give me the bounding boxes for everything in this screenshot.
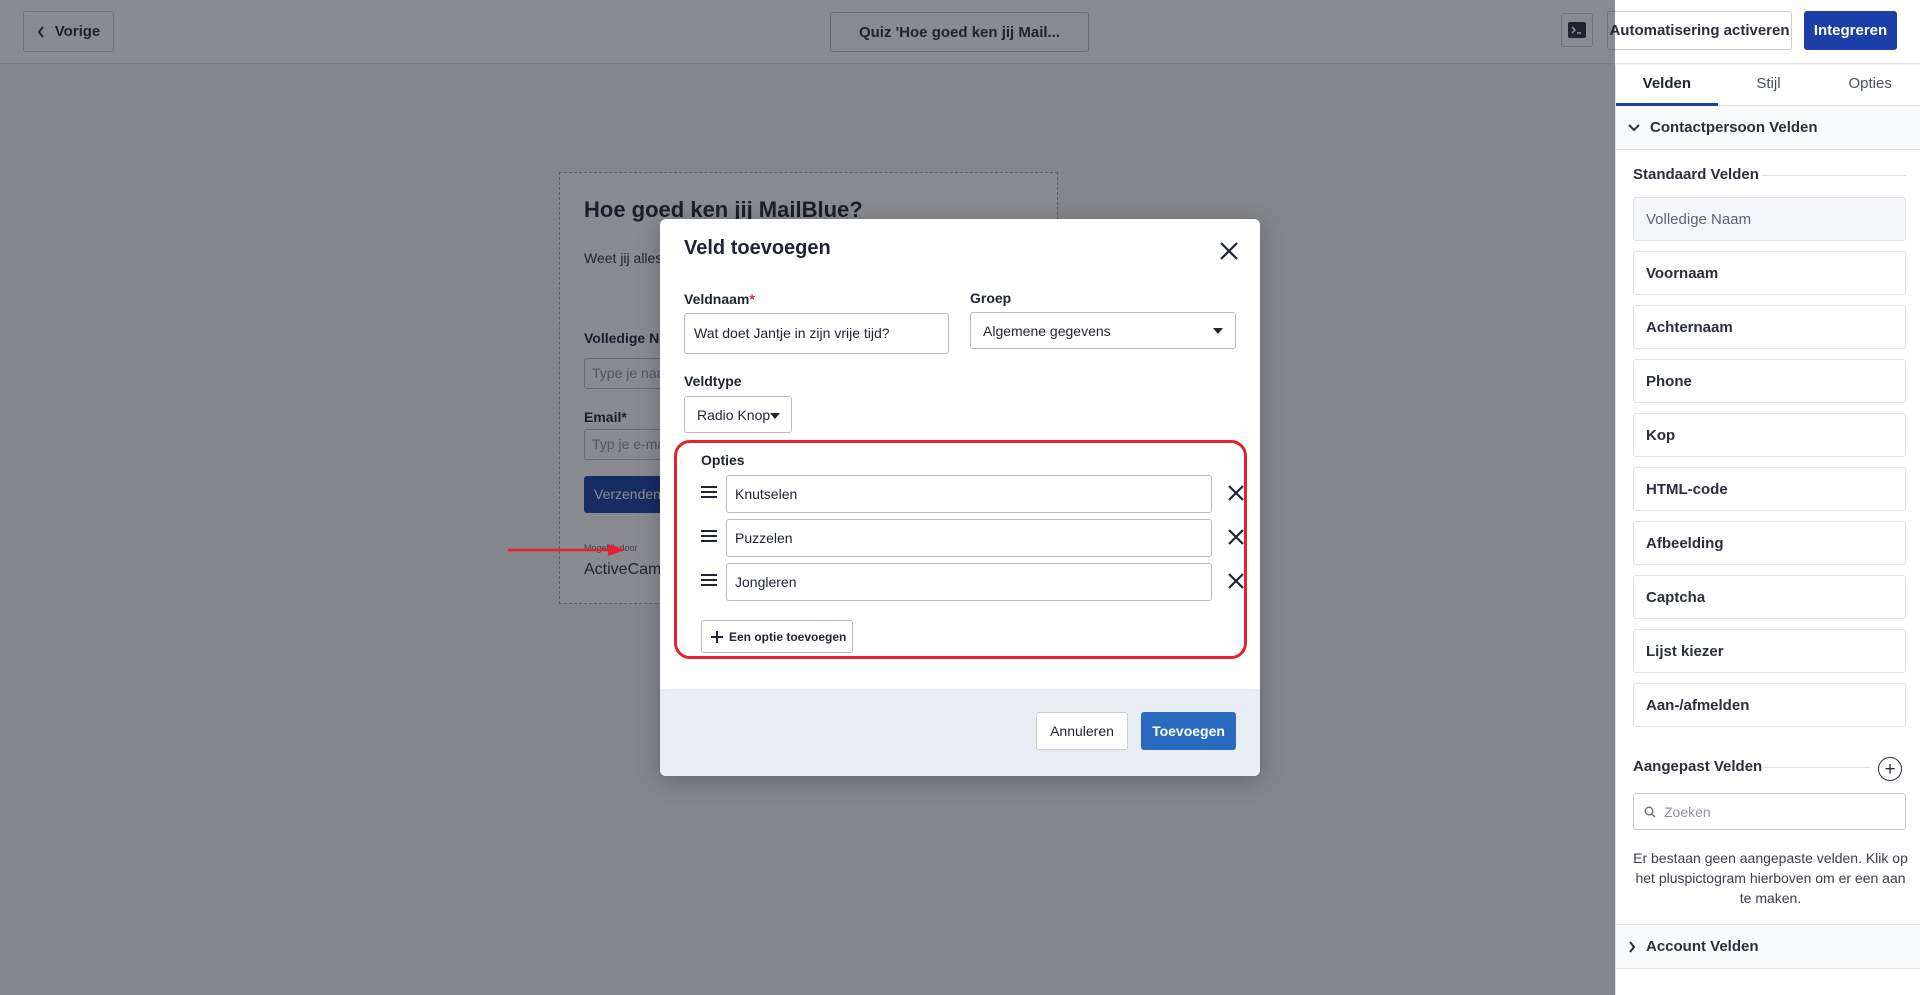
drag-handle-icon[interactable]	[701, 486, 717, 498]
fields-panel: Velden Stijl Opties Contactpersoon Velde…	[1615, 65, 1920, 995]
group-select[interactable]: Algemene gegevens	[970, 312, 1236, 349]
field-tile-phone[interactable]: Phone	[1633, 359, 1906, 403]
cancel-button[interactable]: Annuleren	[1036, 712, 1128, 750]
add-custom-field-icon[interactable]: +	[1878, 757, 1902, 781]
integrate-button[interactable]: Integreren	[1804, 11, 1897, 50]
custom-fields-search[interactable]: Zoeken	[1633, 793, 1906, 830]
remove-option-icon[interactable]	[1226, 527, 1246, 547]
field-tile-header[interactable]: Kop	[1633, 413, 1906, 457]
plus-icon	[711, 630, 723, 643]
group-select-value: Algemene gegevens	[983, 323, 1111, 339]
drag-handle-icon[interactable]	[701, 530, 717, 542]
drag-handle-icon[interactable]	[701, 574, 717, 586]
standard-fields-heading: Standaard Velden	[1633, 166, 1759, 183]
contact-fields-section-label: Contactpersoon Velden	[1650, 119, 1818, 136]
dropdown-caret-icon	[770, 413, 780, 419]
field-tile-full-name[interactable]: Volledige Naam	[1633, 197, 1906, 241]
account-fields-section-toggle[interactable]: Account Velden	[1616, 924, 1920, 969]
add-option-label: Een optie toevoegen	[729, 629, 847, 644]
panel-tabs: Velden Stijl Opties	[1616, 65, 1920, 106]
option-row: Jongleren	[677, 563, 1247, 601]
add-option-button[interactable]: Een optie toevoegen	[701, 620, 853, 653]
activate-automation-button[interactable]: Automatisering activeren	[1607, 11, 1792, 50]
search-placeholder: Zoeken	[1664, 803, 1711, 820]
option-input[interactable]: Jongleren	[726, 563, 1212, 601]
tab-velden[interactable]: Velden	[1616, 65, 1718, 106]
field-type-select-value: Radio Knop	[697, 407, 771, 423]
tab-stijl[interactable]: Stijl	[1718, 65, 1820, 105]
chevron-down-icon	[1628, 123, 1640, 131]
remove-option-icon[interactable]	[1226, 571, 1246, 591]
field-name-input[interactable]: Wat doet Jantje in zijn vrije tijd?	[684, 313, 949, 354]
field-tile-last-name[interactable]: Achternaam	[1633, 305, 1906, 349]
options-label: Opties	[701, 452, 745, 468]
annotation-arrow-icon	[508, 544, 626, 556]
field-tile-subscribe-unsubscribe[interactable]: Aan-/afmelden	[1633, 683, 1906, 727]
field-tile-image[interactable]: Afbeelding	[1633, 521, 1906, 565]
close-icon	[1220, 242, 1238, 260]
custom-fields-heading: Aangepast Velden	[1633, 758, 1763, 775]
options-editor: Opties Knutselen Puzzelen Jongleren Een …	[674, 440, 1247, 659]
dropdown-caret-icon	[1213, 328, 1223, 334]
add-button[interactable]: Toevoegen	[1141, 712, 1236, 750]
divider	[1763, 767, 1871, 768]
account-fields-section-label: Account Velden	[1646, 938, 1759, 955]
divider	[1761, 175, 1906, 176]
dialog-footer: Annuleren Toevoegen	[660, 689, 1260, 776]
field-name-label: Veldnaam*	[684, 291, 755, 307]
search-icon	[1644, 806, 1656, 817]
field-tile-first-name[interactable]: Voornaam	[1633, 251, 1906, 295]
close-dialog-button[interactable]	[1216, 238, 1242, 264]
add-field-dialog: Veld toevoegen Veldnaam* Wat doet Jantje…	[660, 219, 1260, 776]
field-type-select[interactable]: Radio Knop	[684, 396, 792, 433]
option-input[interactable]: Knutselen	[726, 475, 1212, 513]
tab-opties[interactable]: Opties	[1819, 65, 1920, 105]
remove-option-icon[interactable]	[1226, 483, 1246, 503]
contact-fields-section-toggle[interactable]: Contactpersoon Velden	[1616, 106, 1920, 150]
custom-fields-empty-note: Er bestaan geen aangepaste velden. Klik …	[1633, 850, 1908, 906]
chevron-right-icon	[1629, 940, 1636, 953]
field-type-label: Veldtype	[684, 373, 742, 389]
option-row: Puzzelen	[677, 519, 1247, 557]
dialog-title: Veld toevoegen	[684, 237, 831, 259]
field-tile-captcha[interactable]: Captcha	[1633, 575, 1906, 619]
option-row: Knutselen	[677, 475, 1247, 513]
required-asterisk: *	[749, 291, 755, 307]
field-tile-list-selector[interactable]: Lijst kiezer	[1633, 629, 1906, 673]
group-label: Groep	[970, 290, 1012, 306]
field-tile-html-code[interactable]: HTML-code	[1633, 467, 1906, 511]
option-input[interactable]: Puzzelen	[726, 519, 1212, 557]
